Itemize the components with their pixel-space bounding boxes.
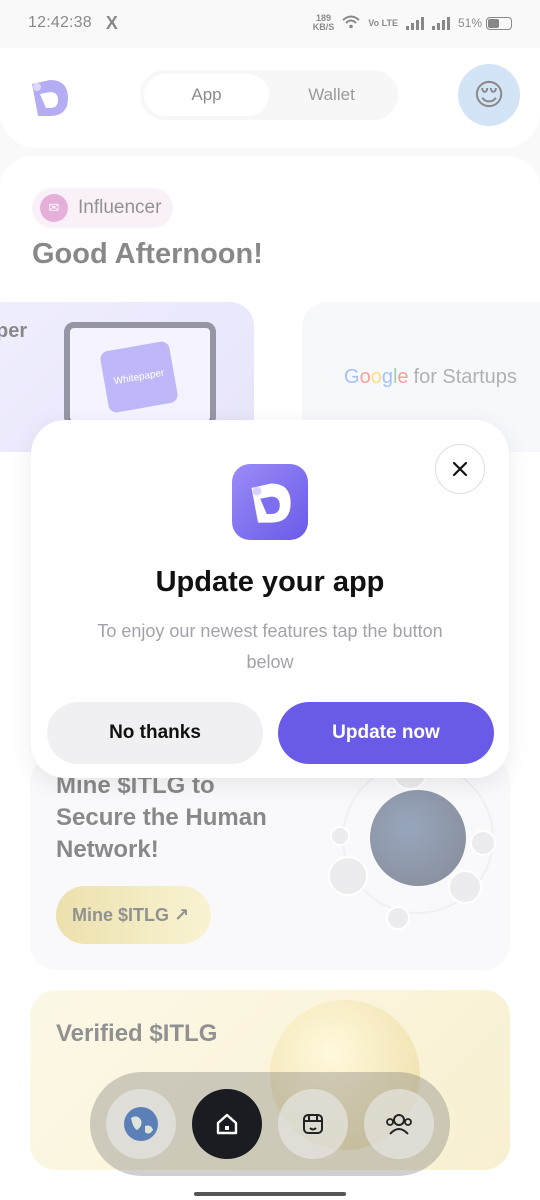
gesture-home-bar[interactable] <box>194 1192 346 1196</box>
home-icon <box>216 1113 238 1135</box>
nav-community-button[interactable] <box>364 1089 434 1159</box>
store-icon <box>303 1114 323 1134</box>
modal-description: To enjoy our newest features tap the but… <box>97 621 443 672</box>
nav-store-button[interactable] <box>278 1089 348 1159</box>
bottom-nav <box>90 1072 450 1176</box>
update-now-button[interactable]: Update now <box>278 702 494 764</box>
nav-globe-button[interactable] <box>106 1089 176 1159</box>
globe-icon <box>124 1107 158 1141</box>
update-app-modal: Update your app To enjoy our newest feat… <box>31 420 509 778</box>
community-icon <box>386 1114 412 1135</box>
close-modal-button[interactable] <box>435 444 485 494</box>
close-icon <box>452 461 468 477</box>
no-thanks-button[interactable]: No thanks <box>47 702 263 764</box>
nav-home-button[interactable] <box>192 1089 262 1159</box>
modal-title: Update your app <box>155 566 385 598</box>
app-logo-icon <box>232 464 308 540</box>
